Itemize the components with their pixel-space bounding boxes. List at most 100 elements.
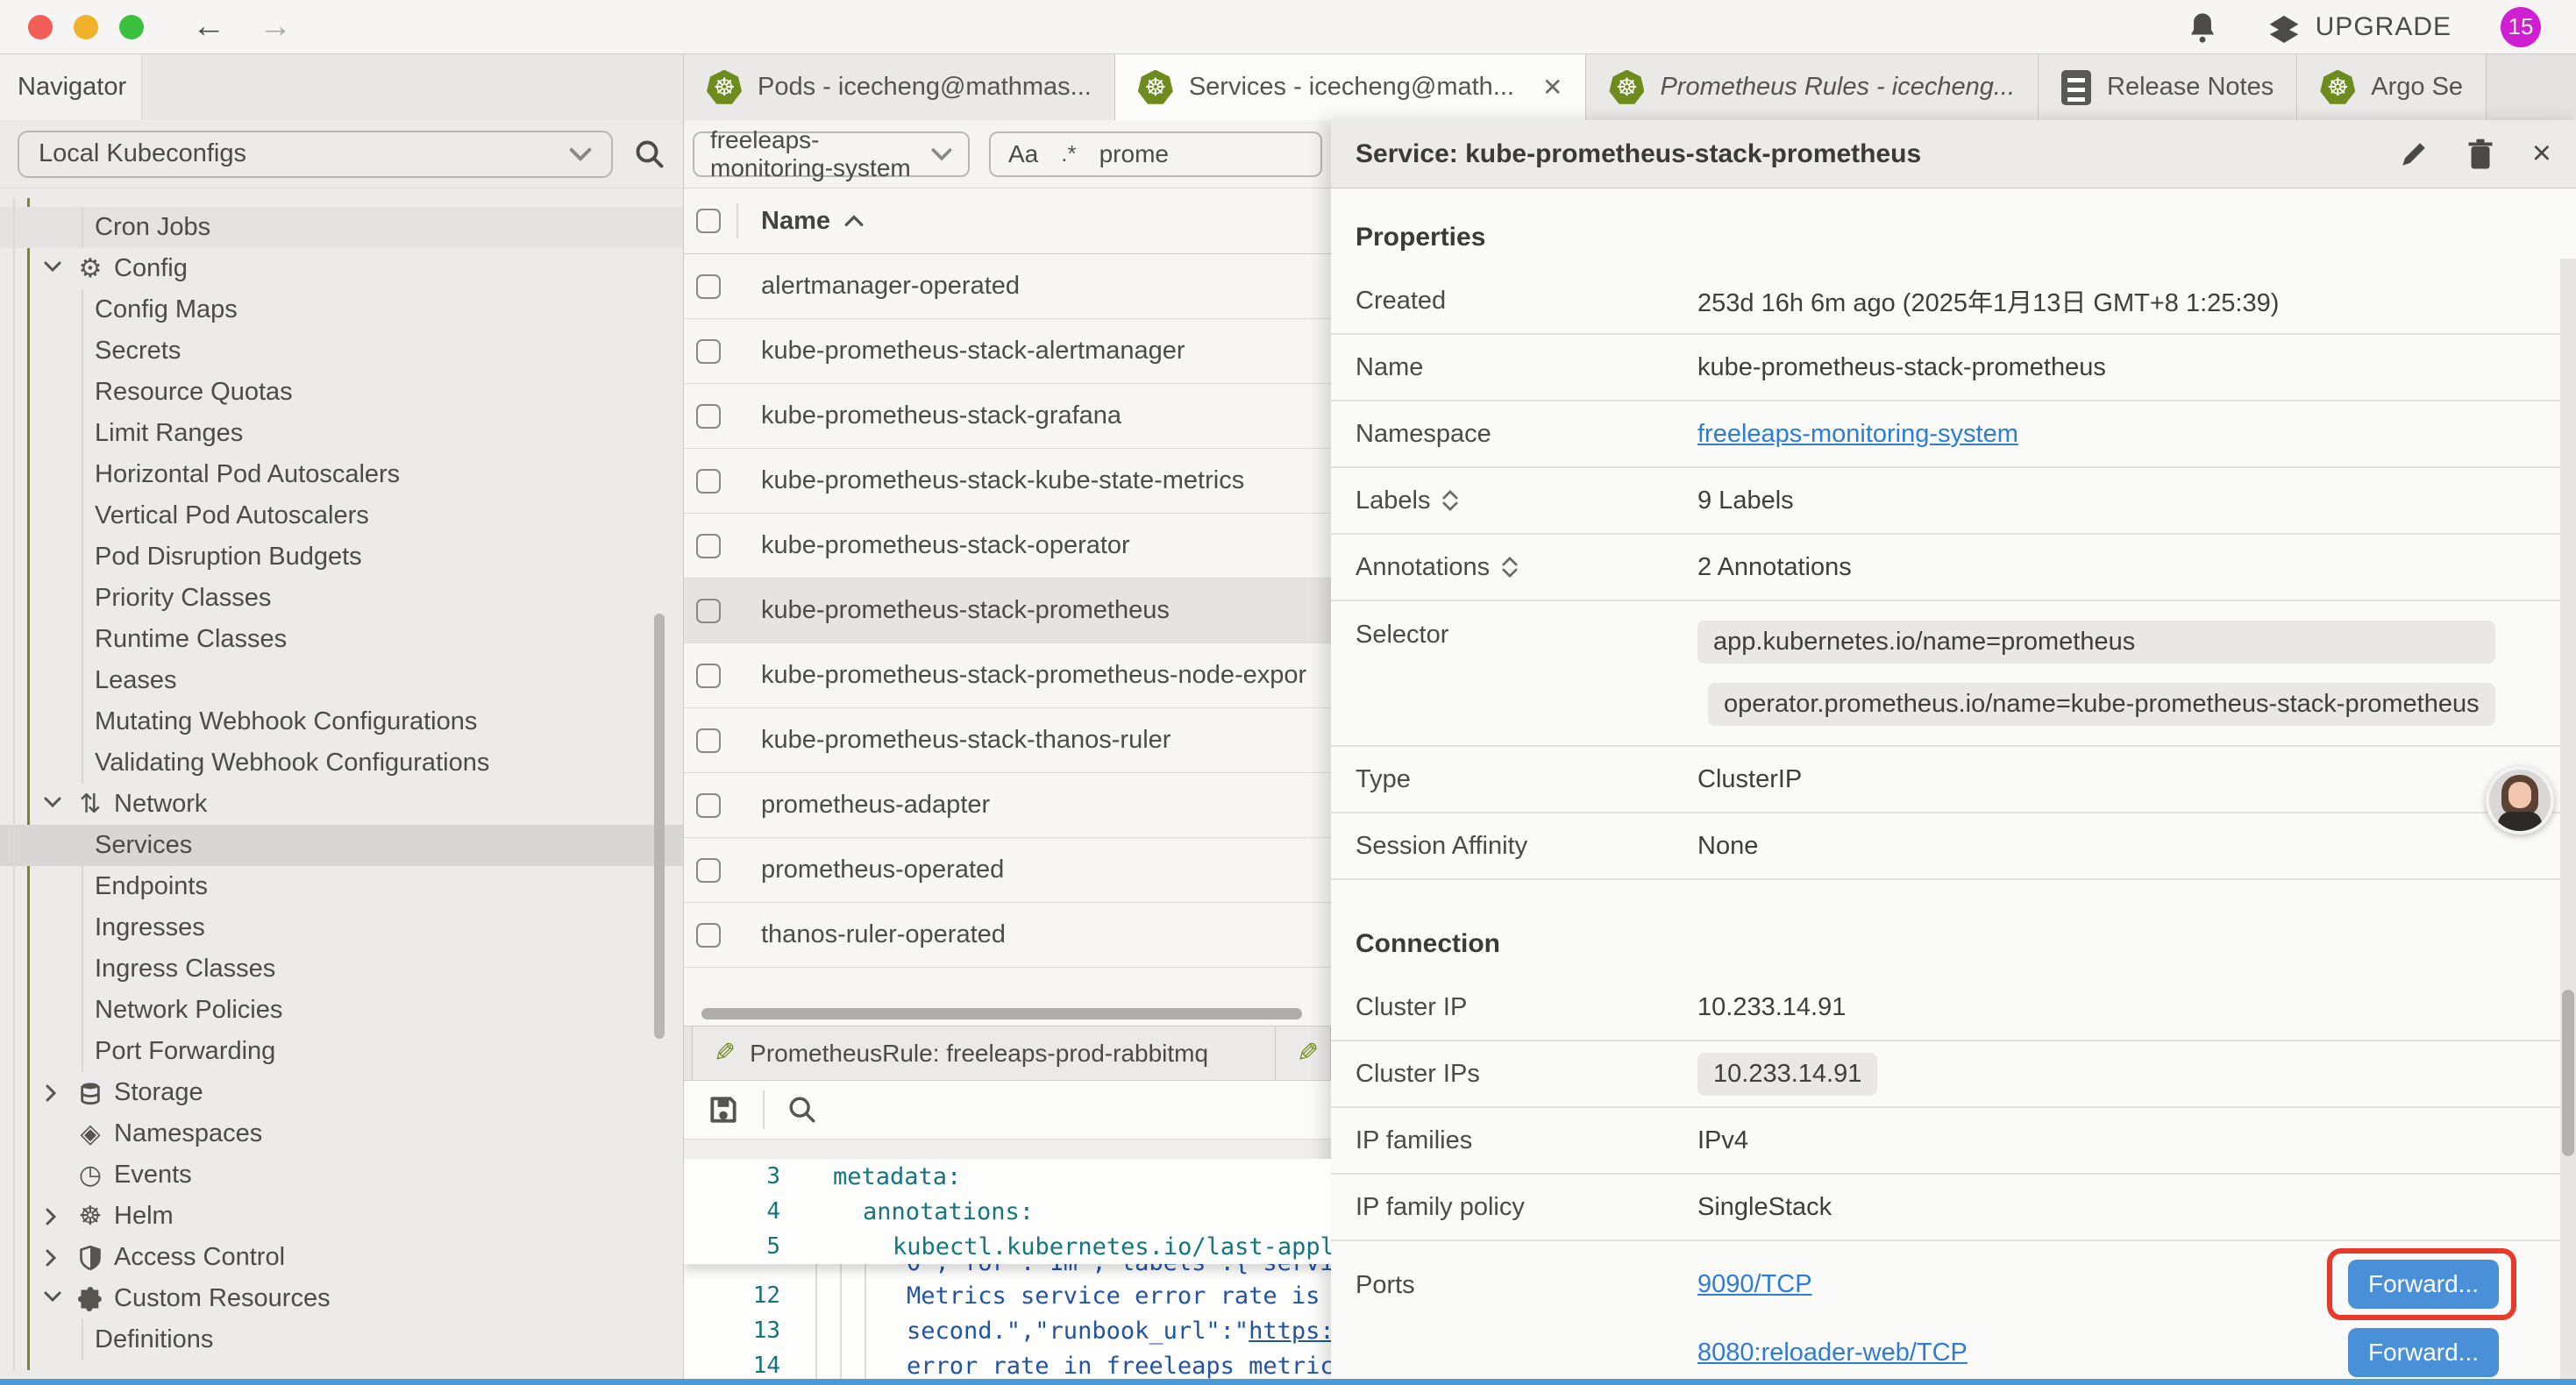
user-avatar[interactable] [2486, 766, 2554, 835]
name-column-header[interactable]: Name [761, 207, 864, 236]
row-checkbox[interactable] [696, 728, 721, 753]
sidebar-item-resource-quotas[interactable]: Resource Quotas [0, 372, 683, 413]
forward-button[interactable]: Forward... [2348, 1328, 2499, 1377]
forward-button[interactable]: Forward... [2348, 1260, 2499, 1309]
maximize-window-button[interactable] [119, 15, 144, 39]
expand-toggle-icon[interactable] [1442, 490, 1458, 511]
table-row-kube-prometheus-stack-prometheus[interactable]: kube-prometheus-stack-prometheus [684, 579, 1331, 643]
row-checkbox[interactable] [696, 469, 721, 494]
editor-tab-next[interactable]: ✎ [1276, 1026, 1331, 1080]
chevron-down-icon[interactable] [42, 1290, 68, 1308]
tab-pods-icecheng-mathmas[interactable]: ☸Pods - icecheng@mathmas... [684, 54, 1115, 120]
back-arrow-icon[interactable]: ← [192, 8, 225, 46]
sidebar-item-network[interactable]: ⇅Network [0, 784, 683, 825]
sidebar-item-leases[interactable]: Leases [0, 660, 683, 701]
search-icon[interactable] [634, 138, 665, 170]
table-row-kube-prometheus-stack-kube-state-metrics[interactable]: kube-prometheus-stack-kube-state-metrics [684, 449, 1331, 514]
sidebar-item-config-maps[interactable]: Config Maps [0, 289, 683, 330]
chevron-right-icon[interactable] [42, 1084, 68, 1102]
sidebar-item-ingresses[interactable]: Ingresses [0, 907, 683, 948]
close-tab-icon[interactable]: ✕ [1542, 73, 1562, 102]
table-row-kube-prometheus-stack-alertmanager[interactable]: kube-prometheus-stack-alertmanager [684, 319, 1331, 384]
horizontal-scrollbar[interactable] [701, 1008, 1302, 1019]
bell-icon[interactable] [2188, 11, 2217, 44]
namespace-link[interactable]: freeleaps-monitoring-system [1697, 420, 2018, 448]
sidebar-item-events[interactable]: ◷Events [0, 1154, 683, 1196]
sidebar-item-mutating-webhook-configurations[interactable]: Mutating Webhook Configurations [0, 701, 683, 742]
row-checkbox[interactable] [696, 534, 721, 558]
expand-toggle-icon[interactable] [1502, 557, 1518, 578]
filter-input[interactable]: Aa .* prome [989, 131, 1322, 177]
selector-chip[interactable]: operator.prometheus.io/name=kube-prometh… [1708, 683, 2495, 726]
sidebar-item-port-forwarding[interactable]: Port Forwarding [0, 1031, 683, 1072]
sidebar-item-custom-resources[interactable]: Custom Resources [0, 1278, 683, 1319]
row-checkbox[interactable] [696, 599, 721, 623]
table-row-kube-prometheus-stack-operator[interactable]: kube-prometheus-stack-operator [684, 514, 1331, 579]
close-icon[interactable]: × [2532, 135, 2551, 173]
chevron-right-icon[interactable] [42, 1249, 68, 1267]
sidebar-item-limit-ranges[interactable]: Limit Ranges [0, 413, 683, 454]
sidebar-item-definitions[interactable]: Definitions [0, 1319, 683, 1360]
kubeconfig-select[interactable]: Local Kubeconfigs [18, 131, 613, 178]
chevron-down-icon[interactable] [42, 796, 68, 813]
namespace-select[interactable]: freeleaps-monitoring-system [693, 131, 970, 177]
sidebar-item-storage[interactable]: Storage [0, 1072, 683, 1113]
selector-chip[interactable]: app.kubernetes.io/name=prometheus [1697, 621, 2495, 664]
tab-navigator[interactable]: Navigator [0, 54, 142, 120]
minimize-window-button[interactable] [74, 15, 98, 39]
search-icon[interactable] [787, 1095, 817, 1125]
sidebar-item-runtime-classes[interactable]: Runtime Classes [0, 619, 683, 660]
sidebar-item-pod-disruption-budgets[interactable]: Pod Disruption Budgets [0, 536, 683, 578]
row-checkbox[interactable] [696, 404, 721, 429]
sidebar-item-services[interactable]: Services [0, 825, 683, 866]
table-row-prometheus-adapter[interactable]: prometheus-adapter [684, 773, 1331, 838]
yaml-editor[interactable]: 3metadata:4annotations:5kubectl.kubernet… [684, 1159, 1331, 1379]
save-icon[interactable] [707, 1093, 740, 1126]
table-row-thanos-ruler-operated[interactable]: thanos-ruler-operated [684, 903, 1331, 968]
sidebar-item-secrets[interactable]: Secrets [0, 330, 683, 372]
chevron-down-icon[interactable] [42, 260, 68, 278]
sidebar-item-access-control[interactable]: Access Control [0, 1237, 683, 1278]
sidebar-item-helm[interactable]: ☸Helm [0, 1196, 683, 1237]
select-all-checkbox[interactable] [696, 209, 721, 233]
sidebar-item-ingress-classes[interactable]: Ingress Classes [0, 948, 683, 990]
sidebar-item-priority-classes[interactable]: Priority Classes [0, 578, 683, 619]
sidebar-item-horizontal-pod-autoscalers[interactable]: Horizontal Pod Autoscalers [0, 454, 683, 495]
sidebar-item-cron-jobs[interactable]: Cron Jobs [0, 207, 683, 248]
trash-icon[interactable] [2467, 138, 2494, 170]
edit-pencil-icon[interactable] [2399, 139, 2429, 169]
match-case-toggle[interactable]: Aa [1008, 140, 1038, 168]
sidebar-item-network-policies[interactable]: Network Policies [0, 990, 683, 1031]
tab-services-icecheng-math[interactable]: ☸Services - icecheng@math...✕ [1115, 54, 1587, 120]
sidebar-item-endpoints[interactable]: Endpoints [0, 866, 683, 907]
panel-scrollbar-track[interactable] [2560, 259, 2576, 1379]
tab-release-notes[interactable]: Release Notes [2039, 54, 2297, 120]
tab-prometheus-rules-icecheng[interactable]: ☸Prometheus Rules - icecheng... [1586, 54, 2039, 120]
table-row-kube-prometheus-stack-grafana[interactable]: kube-prometheus-stack-grafana [684, 384, 1331, 449]
sidebar-scrollbar[interactable] [654, 614, 665, 1039]
tab-argo-se[interactable]: ☸Argo Se [2297, 54, 2487, 120]
port-link[interactable]: 8080:reloader-web/TCP [1697, 1339, 1968, 1367]
table-row-prometheus-operated[interactable]: prometheus-operated [684, 838, 1331, 903]
row-checkbox[interactable] [696, 274, 721, 299]
sidebar-item-config[interactable]: ⚙Config [0, 248, 683, 289]
table-row-kube-prometheus-stack-thanos-ruler[interactable]: kube-prometheus-stack-thanos-ruler [684, 708, 1331, 773]
row-checkbox[interactable] [696, 793, 721, 818]
port-link[interactable]: 9090/TCP [1697, 1270, 1812, 1299]
sidebar-item-namespaces[interactable]: ◈Namespaces [0, 1113, 683, 1154]
forward-arrow-icon[interactable]: → [259, 8, 292, 46]
close-window-button[interactable] [28, 15, 53, 39]
row-checkbox[interactable] [696, 858, 721, 883]
chevron-right-icon[interactable] [42, 1208, 68, 1225]
row-checkbox[interactable] [696, 339, 721, 364]
notification-badge[interactable]: 15 [2501, 7, 2541, 47]
upgrade-button[interactable]: UPGRADE [2266, 11, 2451, 43]
row-checkbox[interactable] [696, 923, 721, 948]
editor-tab-prometheusrule[interactable]: ✎ PrometheusRule: freeleaps-prod-rabbitm… [692, 1026, 1276, 1080]
panel-scrollbar-thumb[interactable] [2562, 990, 2574, 1156]
sidebar-item-vertical-pod-autoscalers[interactable]: Vertical Pod Autoscalers [0, 495, 683, 536]
regex-toggle[interactable]: .* [1061, 140, 1076, 167]
value-chip[interactable]: 10.233.14.91 [1697, 1053, 1877, 1096]
table-row-alertmanager-operated[interactable]: alertmanager-operated [684, 254, 1331, 319]
runbook-url-link[interactable]: https://net [1249, 1318, 1331, 1345]
